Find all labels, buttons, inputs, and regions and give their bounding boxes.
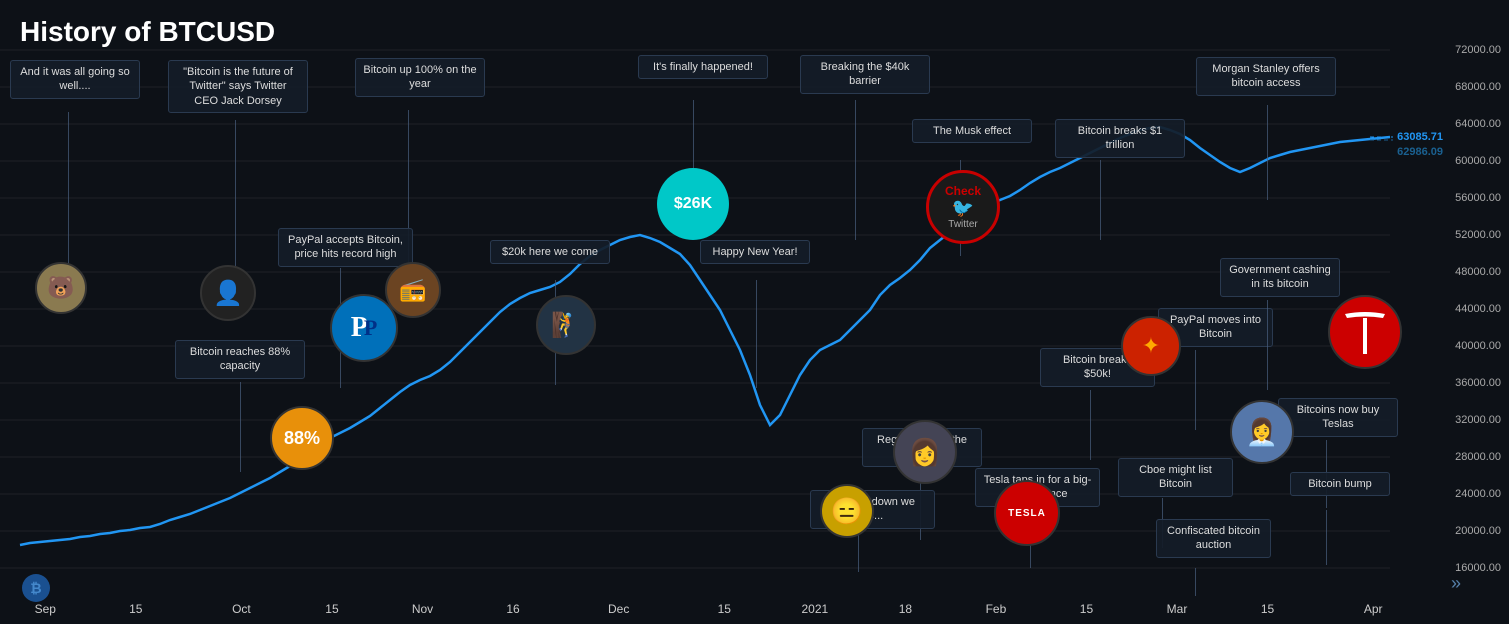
x-label-sep: Sep bbox=[35, 602, 56, 616]
annotation-cboe: Cboe might list Bitcoin bbox=[1118, 458, 1233, 497]
circle-jukebox: 📻 bbox=[385, 262, 441, 318]
y-label-36k: 36000.00 bbox=[1455, 377, 1501, 389]
x-label-apr: Apr bbox=[1364, 602, 1383, 616]
y-label-44k: 44000.00 bbox=[1455, 303, 1501, 315]
ann-line-19 bbox=[1267, 300, 1268, 390]
btc-logo-icon: ₿ bbox=[22, 574, 50, 602]
circle-tesla-car: TESLA bbox=[994, 480, 1060, 546]
x-label-feb: Feb bbox=[986, 602, 1007, 616]
annotation-confiscated: Confiscated bitcoin auction bbox=[1156, 519, 1271, 558]
annotation-musk-effect: The Musk effect bbox=[912, 119, 1032, 143]
annotation-40k: Breaking the $40k barrier bbox=[800, 55, 930, 94]
annotation-bump: Bitcoin bump bbox=[1290, 472, 1390, 496]
y-label-60k: 60000.00 bbox=[1455, 155, 1501, 167]
y-label-40k: 40000.00 bbox=[1455, 340, 1501, 352]
annotation-btc-100pct: Bitcoin up 100% on the year bbox=[355, 58, 485, 97]
annotation-paypal-btc: PayPal accepts Bitcoin, price hits recor… bbox=[278, 228, 413, 267]
y-label-48k: 48000.00 bbox=[1455, 266, 1501, 278]
circle-paypal: PP bbox=[330, 294, 398, 362]
circle-bear-market: 🐻 bbox=[35, 262, 87, 314]
x-label-18: 18 bbox=[899, 602, 912, 616]
y-label-72k: 72000.00 bbox=[1455, 44, 1501, 56]
y-label-28k: 28000.00 bbox=[1455, 451, 1501, 463]
annotation-and-it-was: And it was all going so well.... bbox=[10, 60, 140, 99]
y-label-20k: 20000.00 bbox=[1455, 525, 1501, 537]
ann-line-18 bbox=[1195, 568, 1196, 596]
ann-line-2 bbox=[235, 120, 236, 285]
x-label-15a: 15 bbox=[129, 602, 142, 616]
ann-line-8 bbox=[1267, 105, 1268, 200]
circle-88pct: 88% bbox=[270, 406, 334, 470]
ann-line-11 bbox=[756, 280, 757, 388]
ann-line-5 bbox=[855, 100, 856, 240]
y-label-64k: 64000.00 bbox=[1455, 118, 1501, 130]
annotation-88pct: Bitcoin reaches 88% capacity bbox=[175, 340, 305, 379]
circle-ladder-person: 🧗 bbox=[536, 295, 596, 355]
annotation-gov-cash: Government cashing in its bitcoin bbox=[1220, 258, 1340, 297]
x-label-nov: Nov bbox=[412, 602, 433, 616]
x-label-15b: 15 bbox=[325, 602, 338, 616]
y-label-52k: 52000.00 bbox=[1455, 229, 1501, 241]
ann-line-21 bbox=[1326, 510, 1327, 565]
circle-sad-emoji: 😑 bbox=[820, 484, 874, 538]
ann-line-22 bbox=[858, 530, 859, 572]
y-label-68k: 68000.00 bbox=[1455, 81, 1501, 93]
ann-line-12 bbox=[240, 382, 241, 472]
x-label-16: 16 bbox=[506, 602, 519, 616]
circle-tesla-t-logo bbox=[1328, 295, 1402, 369]
annotation-jack-dorsey: "Bitcoin is the future of Twitter" says … bbox=[168, 60, 308, 113]
y-label-56k: 56000.00 bbox=[1455, 192, 1501, 204]
circle-elon-twitter: Check 🐦 Twitter bbox=[926, 170, 1000, 244]
y-label-16k: 16000.00 bbox=[1455, 562, 1501, 574]
ann-line-15 bbox=[1090, 390, 1091, 460]
circle-regulator: 👩 bbox=[893, 420, 957, 484]
y-label-24k: 24000.00 bbox=[1455, 488, 1501, 500]
annotation-morgan-stanley: Morgan Stanley offers bitcoin access bbox=[1196, 57, 1336, 96]
chart-container: History of BTCUSD 72000.00 68000.00 6400… bbox=[0, 0, 1509, 624]
annotation-teslas: Bitcoins now buy Teslas bbox=[1278, 398, 1398, 437]
x-label-15d: 15 bbox=[1080, 602, 1093, 616]
current-price-2: 62986.09 bbox=[1393, 145, 1447, 159]
x-label-15e: 15 bbox=[1261, 602, 1274, 616]
x-label-dec: Dec bbox=[608, 602, 629, 616]
annotation-finally: It's finally happened! bbox=[638, 55, 768, 79]
y-label-32k: 32000.00 bbox=[1455, 414, 1501, 426]
nav-forward-button[interactable]: » bbox=[1451, 573, 1461, 594]
circle-janet-yellen: 👩‍💼 bbox=[1230, 400, 1294, 464]
circle-26k-badge: $26K bbox=[657, 168, 729, 240]
ann-line-16 bbox=[1195, 350, 1196, 430]
annotation-1trillion: Bitcoin breaks $1 trillion bbox=[1055, 119, 1185, 158]
circle-jack-dorsey: 👤 bbox=[200, 265, 256, 321]
ann-line-7 bbox=[1100, 160, 1101, 240]
annotation-20k: $20k here we come bbox=[490, 240, 610, 264]
current-price-1: 63085.71 bbox=[1393, 130, 1447, 144]
x-label-oct: Oct bbox=[232, 602, 251, 616]
x-label-mar: Mar bbox=[1167, 602, 1188, 616]
x-label-15c: 15 bbox=[718, 602, 731, 616]
annotation-new-year: Happy New Year! bbox=[700, 240, 810, 264]
circle-paypal-bitcoin: ✦ bbox=[1121, 316, 1181, 376]
x-label-2021: 2021 bbox=[802, 602, 829, 616]
